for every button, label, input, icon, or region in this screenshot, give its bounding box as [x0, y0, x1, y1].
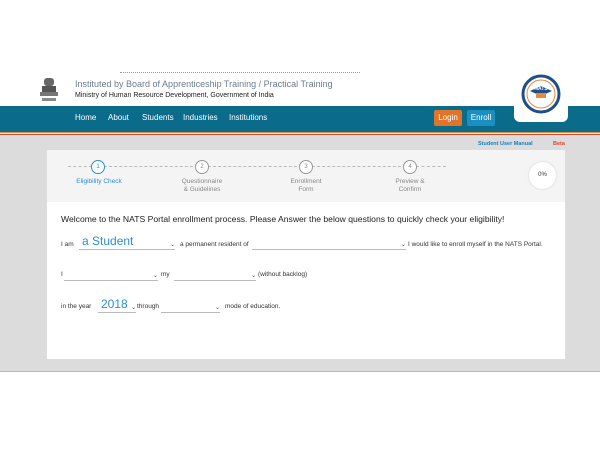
enroll-statement: I would like to enroll myself in the NAT… [408, 241, 543, 248]
beta-badge: Beta [553, 141, 565, 147]
step-3-circle[interactable]: 3 [299, 160, 313, 174]
backlog-label: (without backlog) [258, 271, 308, 278]
step-connector [208, 166, 302, 167]
logo-text: NATS [534, 86, 548, 92]
chevron-down-icon: ⌄ [400, 242, 406, 248]
nats-emblem-icon: NATS [521, 74, 561, 114]
year-value: 2018 [101, 297, 128, 311]
step-4-label: Preview & Confirm [395, 178, 425, 193]
enroll-button[interactable]: Enroll [467, 110, 495, 126]
chevron-down-icon: ⌄ [214, 305, 220, 311]
welcome-text: Welcome to the NATS Portal enrollment pr… [61, 214, 505, 224]
chevron-down-icon: ⌄ [152, 273, 158, 279]
content-divider [0, 371, 600, 372]
enrollment-stepper [47, 150, 565, 202]
course-select[interactable]: ⌄ [174, 268, 256, 281]
nav-institutions[interactable]: Institutions [229, 113, 267, 122]
nav-about[interactable]: About [108, 113, 129, 122]
step-connector [312, 166, 406, 167]
through-label: through [137, 303, 160, 310]
step-3-label: Enrollment Form [290, 178, 322, 193]
student-manual-link[interactable]: Student User Manual [478, 141, 533, 147]
education-mode-select[interactable]: ⌄ [161, 300, 220, 313]
chevron-down-icon: ⌄ [169, 242, 175, 248]
progress-indicator: 0% [529, 162, 556, 189]
step-2-label: Questionnaire & Guidelines [181, 178, 223, 193]
my-label: my [161, 271, 170, 278]
step-1-label: Eligibility Check [76, 178, 122, 185]
step-connector [68, 166, 92, 167]
step-connector [104, 166, 198, 167]
nav-industries[interactable]: Industries [183, 113, 218, 122]
nats-logo[interactable]: NATS [514, 72, 568, 122]
header-clipped-top [120, 72, 360, 76]
year-select[interactable]: 2018 ⌄ [98, 297, 136, 313]
step-2-circle[interactable]: 2 [195, 160, 209, 174]
student-type-value: a Student [82, 234, 134, 248]
nav-students[interactable]: Students [142, 113, 174, 122]
completion-select[interactable]: ⌄ [64, 268, 158, 281]
i-am-label: I am [61, 241, 74, 248]
year-label: in the year [61, 303, 92, 310]
institution-line: Instituted by Board of Apprenticeship Tr… [75, 79, 333, 89]
nav-home[interactable]: Home [75, 113, 96, 122]
login-button[interactable]: Login [434, 110, 462, 126]
national-emblem-icon [40, 78, 58, 101]
chevron-down-icon: ⌄ [130, 305, 136, 311]
site-header [0, 72, 600, 106]
ministry-line: Ministry of Human Resource Development, … [75, 92, 274, 99]
resident-label: a permanent resident of [180, 241, 249, 248]
step-4-circle[interactable]: 4 [403, 160, 417, 174]
residency-select[interactable]: ⌄ [252, 237, 406, 250]
step-connector [416, 166, 446, 167]
chevron-down-icon: ⌄ [250, 273, 256, 279]
student-type-select[interactable]: a Student ⌄ [79, 234, 175, 250]
step-1-circle[interactable]: 1 [91, 160, 105, 174]
mode-label: mode of education. [225, 303, 281, 310]
i-label: I [61, 271, 63, 278]
